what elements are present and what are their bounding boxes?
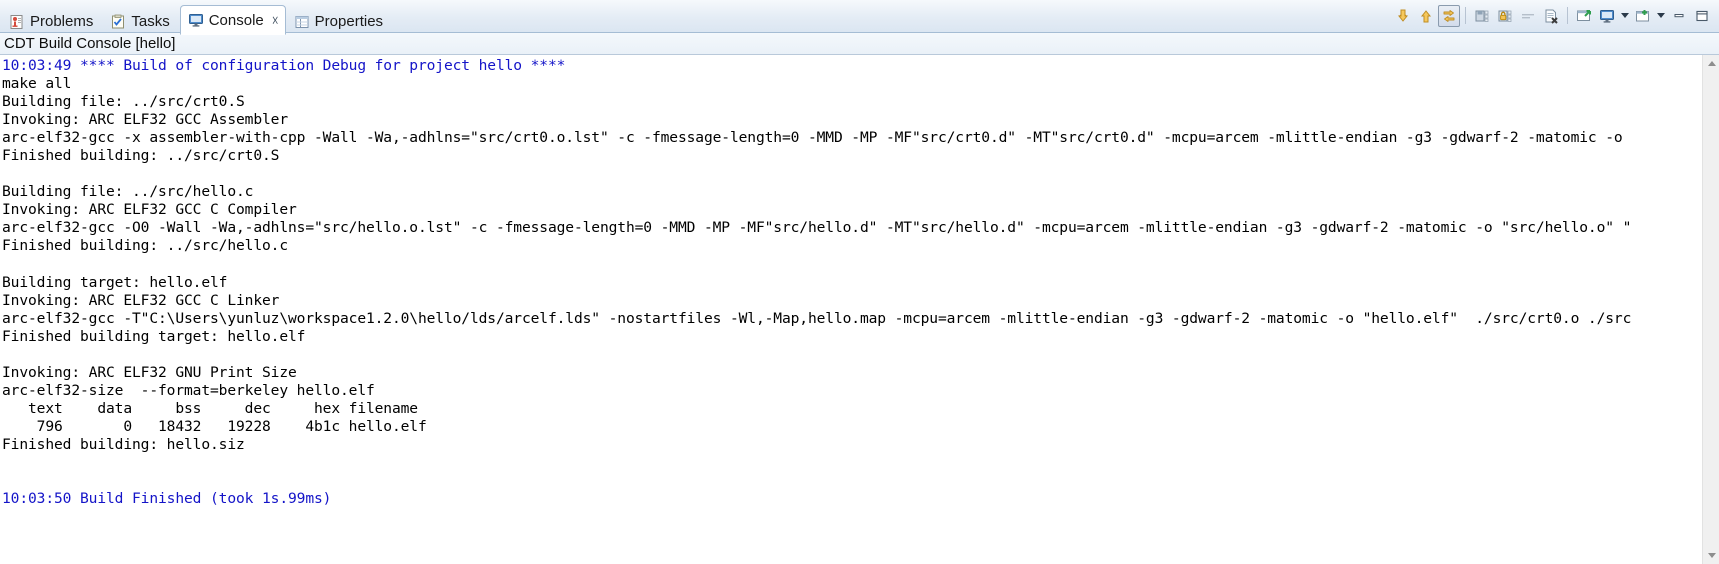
tab-tasks-label: Tasks	[131, 13, 170, 30]
console-line: Building file: ../src/hello.c	[2, 183, 254, 201]
problems-icon	[9, 14, 25, 30]
console-line: Finished building: hello.siz	[2, 435, 245, 453]
tab-console-label: Console	[208, 11, 264, 29]
display-console-dropdown-icon[interactable]	[1619, 5, 1631, 27]
tab-problems[interactable]: Problems	[2, 8, 102, 35]
console-line: arc-elf32-gcc -T"C:\Users\yunluz\workspa…	[2, 309, 1632, 327]
toolbar-separator	[1465, 7, 1466, 24]
console-line: Finished building: ../src/crt0.S	[2, 147, 280, 165]
new-console-icon[interactable]	[1632, 5, 1654, 27]
tab-list: Problems Tasks Console ☓ Properties	[0, 0, 393, 35]
tab-console[interactable]: Console ☓	[179, 5, 286, 35]
lock-console-icon[interactable]	[1494, 5, 1516, 27]
console-text-region[interactable]: 10:03:49 **** Build of configuration Deb…	[0, 55, 1702, 564]
console-line: 10:03:50 Build Finished (took 1s.99ms)	[2, 490, 332, 508]
properties-icon	[294, 14, 310, 30]
console-line: text data bss dec hex filename	[2, 399, 418, 417]
console-line: arc-elf32-size --format=berkeley hello.e…	[2, 381, 375, 399]
clear-console-icon[interactable]	[1540, 5, 1562, 27]
console-line: Building target: hello.elf	[2, 273, 228, 291]
view-tab-bar: Problems Tasks Console ☓ Properties	[0, 0, 1719, 35]
console-line: arc-elf32-gcc -O0 -Wall -Wa,-adhlns="src…	[2, 219, 1632, 237]
scrollbar-thumb[interactable]	[1703, 72, 1719, 542]
console-line: Invoking: ARC ELF32 GCC C Compiler	[2, 201, 297, 219]
tab-tasks[interactable]: Tasks	[103, 8, 178, 35]
scroll-lock-down-icon[interactable]	[1392, 5, 1414, 27]
display-console-icon[interactable]	[1596, 5, 1618, 27]
save-console-icon[interactable]	[1471, 5, 1493, 27]
console-title: CDT Build Console [hello]	[0, 33, 1719, 55]
console-toolbar	[1392, 0, 1719, 32]
minimize-icon[interactable]	[1668, 5, 1690, 27]
console-line: Finished building: ../src/hello.c	[2, 237, 288, 255]
console-line: Building file: ../src/crt0.S	[2, 93, 245, 111]
tab-properties[interactable]: Properties	[287, 8, 392, 35]
console-line: 796 0 18432 19228 4b1c hello.elf	[2, 417, 427, 435]
scroll-down-arrow-icon[interactable]	[1703, 547, 1719, 564]
scroll-up-icon[interactable]	[1415, 5, 1437, 27]
view-menu-dropdown-icon[interactable]	[1655, 5, 1667, 27]
console-output-area[interactable]: 10:03:49 **** Build of configuration Deb…	[0, 55, 1719, 564]
pin-console-icon[interactable]	[1438, 4, 1460, 27]
tab-properties-label: Properties	[314, 13, 384, 30]
console-line: arc-elf32-gcc -x assembler-with-cpp -Wal…	[2, 129, 1623, 147]
console-line: Finished building target: hello.elf	[2, 327, 306, 345]
toolbar-separator-2	[1567, 7, 1568, 24]
word-wrap-icon[interactable]	[1517, 5, 1539, 27]
maximize-icon[interactable]	[1691, 5, 1713, 27]
tasks-icon	[110, 14, 126, 30]
scroll-up-arrow-icon[interactable]	[1703, 55, 1719, 72]
console-line: Invoking: ARC ELF32 GNU Print Size	[2, 363, 297, 381]
console-line: make all	[2, 75, 72, 93]
tab-problems-label: Problems	[30, 13, 94, 30]
console-icon	[188, 12, 204, 28]
tab-console-close-icon[interactable]: ☓	[272, 14, 279, 27]
open-console-icon[interactable]	[1573, 5, 1595, 27]
console-lines: 10:03:49 **** Build of configuration Deb…	[2, 57, 1702, 508]
console-vertical-scrollbar[interactable]	[1702, 55, 1719, 564]
console-line: 10:03:49 **** Build of configuration Deb…	[2, 57, 566, 74]
console-line: Invoking: ARC ELF32 GCC Assembler	[2, 111, 288, 129]
console-line: Invoking: ARC ELF32 GCC C Linker	[2, 291, 280, 309]
console-view-window: Problems Tasks Console ☓ Properties CDT …	[0, 0, 1719, 564]
